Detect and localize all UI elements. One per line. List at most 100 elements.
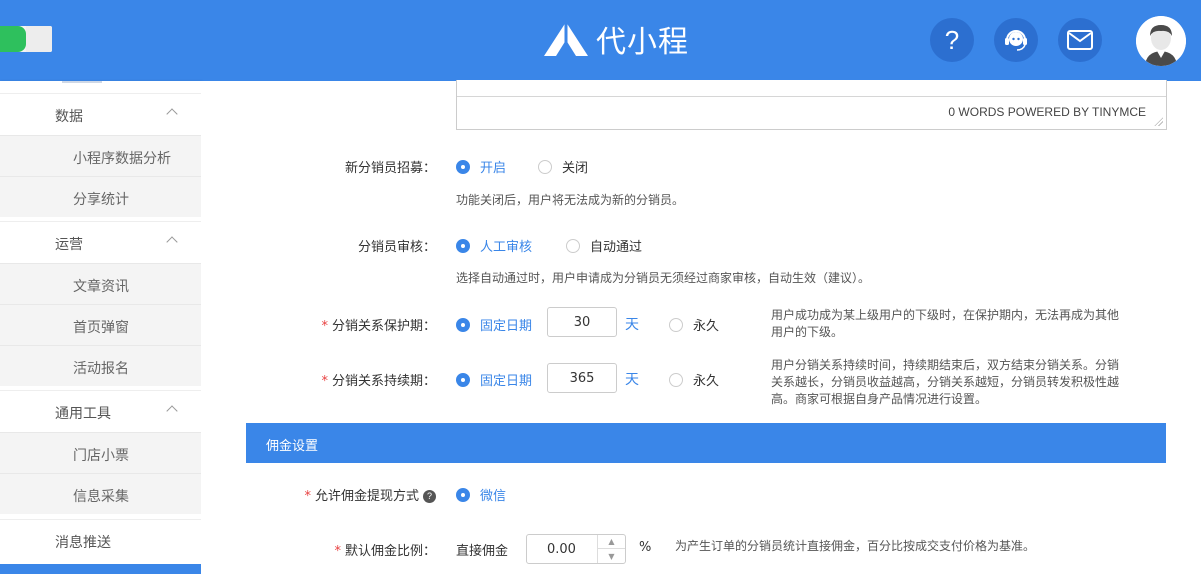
main-content: 0 WORDS POWERED BY TINYMCE 新分销员招募： 开启 关闭… [201, 80, 1201, 574]
duration-days-input[interactable]: 365 [547, 363, 617, 393]
radio-unchecked-icon [538, 159, 552, 174]
radio-label: 固定日期 [480, 319, 533, 334]
withdraw-wechat-radio[interactable]: 微信 [456, 485, 506, 504]
radio-checked-icon [456, 159, 470, 174]
help-circle-icon[interactable]: ? [423, 490, 436, 503]
recruit-on-radio[interactable]: 开启 [456, 157, 506, 176]
protect-forever-radio[interactable]: 永久 [669, 315, 719, 334]
commission-section-header: 佣金设置 [246, 423, 1166, 463]
help-button[interactable]: ? [930, 18, 974, 62]
review-manual-radio[interactable]: 人工审核 [456, 236, 532, 255]
avatar-icon [1136, 16, 1186, 66]
protect-hint: 用户成功成为某上级用户的下级时，在保护期内，无法再成为其他用户的下级。 [771, 308, 1120, 339]
editor-divider [457, 96, 1166, 97]
user-avatar[interactable] [1136, 16, 1186, 66]
stepper-buttons: ▲ ▼ [597, 535, 625, 563]
rich-text-editor[interactable]: 0 WORDS POWERED BY TINYMCE [456, 80, 1167, 130]
sidebar-item-label: 文章资讯 [73, 279, 129, 295]
sidebar-item-info-collection[interactable]: 信息采集 [0, 473, 201, 514]
protect-fixed-radio[interactable]: 固定日期 [456, 315, 532, 334]
recruit-label: 新分销员招募： [344, 161, 436, 176]
toggle-indicator [0, 26, 26, 52]
sidebar-item-miniapp-analytics[interactable]: 小程序数据分析 [0, 135, 201, 176]
radio-label: 永久 [693, 319, 720, 334]
sidebar-item-home-popup[interactable]: 首页弹窗 [0, 304, 201, 345]
sidebar-group-push[interactable]: 消息推送 [0, 519, 201, 561]
protect-period-label: * 分销关系保护期： [291, 315, 436, 334]
review-label: 分销员审核： [357, 240, 436, 255]
duration-label: * 分销关系持续期： [291, 370, 436, 389]
commission-ratio-stepper[interactable]: 0.00 ▲ ▼ [526, 534, 626, 564]
radio-label: 关闭 [562, 161, 589, 176]
withdraw-method-label: * 允许佣金提现方式? [261, 485, 436, 504]
duration-fixed-radio[interactable]: 固定日期 [456, 370, 532, 389]
commission-ratio-text: 默认佣金比例： [344, 544, 436, 559]
recruit-off-radio[interactable]: 关闭 [538, 157, 588, 176]
sidebar-item-event-signup[interactable]: 活动报名 [0, 345, 201, 386]
sidebar-group-label: 数据 [55, 109, 83, 125]
required-mark: * [321, 319, 328, 334]
sidebar: 数据 小程序数据分析 分享统计 运营 文章资讯 首页弹窗 活动报名 通用工具 门… [0, 81, 201, 574]
recruit-hint: 功能关闭后，用户将无法成为新的分销员。 [456, 193, 685, 207]
brand-name: 代小程 [596, 25, 689, 60]
sidebar-item-label: 活动报名 [73, 361, 129, 377]
sidebar-active-item[interactable] [0, 564, 201, 574]
commission-ratio-hint: 为产生订单的分销员统计直接佣金，百分比按成交支付价格为基准。 [675, 539, 1036, 553]
duration-hint: 用户分销关系持续时间，持续期结束后，双方结束分销关系。分销关系越长，分销员收益越… [771, 358, 1120, 406]
withdraw-method-text: 允许佣金提现方式 [314, 489, 419, 504]
sidebar-item-share-stats[interactable]: 分享统计 [0, 176, 201, 217]
duration-unit: 天 [625, 372, 639, 388]
message-button[interactable] [1058, 18, 1102, 62]
sidebar-item-label: 信息采集 [73, 489, 129, 505]
chevron-up-icon [166, 108, 178, 120]
sidebar-group-data[interactable]: 数据 [0, 93, 201, 135]
radio-checked-icon [456, 487, 470, 502]
radio-label: 固定日期 [480, 374, 533, 389]
sidebar-group-label: 消息推送 [55, 535, 111, 551]
brand-logo[interactable]: 代小程 [542, 18, 689, 60]
required-mark: * [321, 374, 328, 389]
required-mark: * [334, 544, 341, 559]
sidebar-group-operations[interactable]: 运营 [0, 221, 201, 263]
duration-forever-radio[interactable]: 永久 [669, 370, 719, 389]
required-mark: * [304, 489, 311, 504]
section-title: 佣金设置 [266, 439, 319, 454]
percent-unit: % [639, 540, 652, 555]
sidebar-item-label: 小程序数据分析 [73, 151, 171, 167]
radio-unchecked-icon [669, 372, 683, 387]
chevron-down-icon[interactable]: ▼ [598, 549, 625, 563]
radio-checked-icon [456, 372, 470, 387]
sidebar-group-label: 通用工具 [55, 406, 111, 422]
radio-label: 人工审核 [480, 240, 533, 255]
protect-period-text: 分销关系保护期： [331, 319, 436, 334]
sidebar-group-tools[interactable]: 通用工具 [0, 390, 201, 432]
chevron-up-icon [166, 236, 178, 248]
toggle-knob [26, 26, 52, 52]
mail-icon [1067, 30, 1093, 50]
commission-ratio-label: * 默认佣金比例： [291, 540, 436, 559]
protect-unit: 天 [625, 317, 639, 333]
chevron-up-icon[interactable]: ▲ [598, 535, 625, 549]
radio-label: 开启 [480, 161, 507, 176]
review-auto-radio[interactable]: 自动通过 [566, 236, 642, 255]
stepper-value: 0.00 [547, 542, 576, 557]
customer-service-button[interactable] [994, 18, 1038, 62]
sidebar-item-articles[interactable]: 文章资讯 [0, 263, 201, 304]
resize-handle-icon[interactable] [1154, 117, 1163, 126]
sidebar-top [0, 81, 201, 93]
radio-unchecked-icon [669, 317, 683, 332]
paper-plane-icon [544, 22, 588, 56]
sidebar-item-store-receipt[interactable]: 门店小票 [0, 432, 201, 473]
review-hint: 选择自动通过时，用户申请成为分销员无须经过商家审核，自动生效（建议）。 [456, 271, 871, 285]
sidebar-group-label: 运营 [55, 237, 83, 253]
sidebar-item-label: 门店小票 [73, 448, 129, 464]
chevron-up-icon [166, 405, 178, 417]
protect-days-input[interactable]: 30 [547, 307, 617, 337]
sidebar-item-label: 首页弹窗 [73, 320, 129, 336]
customer-service-icon [1005, 30, 1027, 51]
top-header: 代小程 ? [0, 0, 1201, 81]
sidebar-toggle[interactable] [0, 26, 52, 52]
radio-checked-icon [456, 238, 470, 253]
radio-checked-icon [456, 317, 470, 332]
radio-label: 永久 [693, 374, 720, 389]
